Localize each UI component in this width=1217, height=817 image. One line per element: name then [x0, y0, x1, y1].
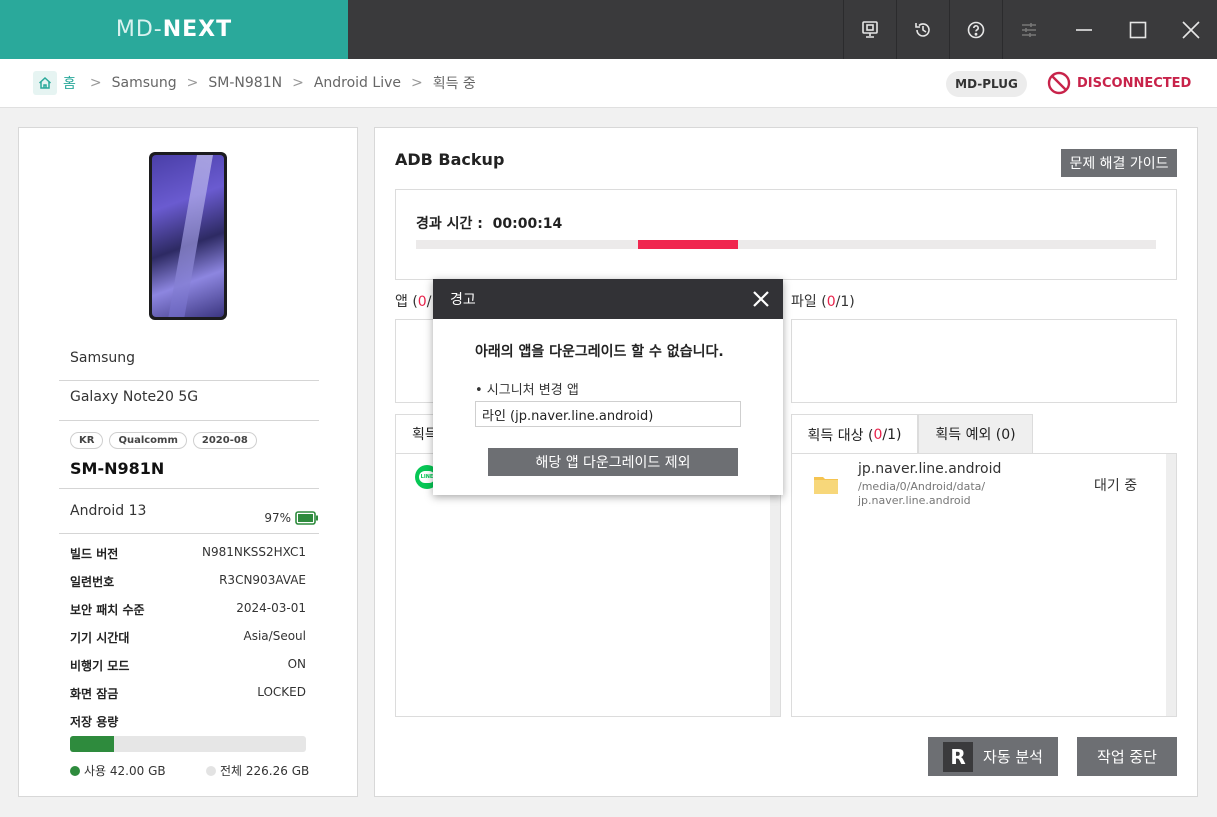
- tab-file-target[interactable]: 획득 대상 (0/1): [791, 414, 918, 454]
- breadcrumb-home[interactable]: 홈: [63, 73, 76, 93]
- breadcrumb-item[interactable]: Android Live: [314, 75, 401, 91]
- close-icon: [1181, 20, 1200, 39]
- history-button[interactable]: [896, 0, 949, 59]
- app-logo: MD-NEXT: [0, 0, 348, 59]
- dialog-app-field: 라인 (jp.naver.line.android): [475, 401, 741, 427]
- auto-analysis-button[interactable]: R 자동 분석: [928, 737, 1058, 776]
- info-row-screenlock: 화면 잠금 LOCKED: [70, 685, 306, 701]
- file-list: jp.naver.line.android /media/0/Android/d…: [791, 453, 1177, 717]
- connection-status: DISCONNECTED: [1047, 71, 1191, 95]
- maximize-button[interactable]: [1111, 0, 1164, 59]
- battery: 97%: [264, 503, 319, 533]
- breadcrumb-bar: 홈 > Samsung > SM-N981N > Android Live > …: [0, 59, 1217, 108]
- info-row-build: 빌드 버전 N981NKSS2HXC1: [70, 545, 306, 561]
- breadcrumb-item[interactable]: Samsung: [112, 75, 177, 91]
- dialog-title: 경고: [450, 292, 476, 308]
- warning-dialog: 경고 아래의 앱을 다운그레이드 할 수 없습니다. • 시그니처 변경 앱 라…: [433, 279, 783, 495]
- file-list-scrollbar[interactable]: [1166, 454, 1176, 716]
- elapsed-time: 경과 시간 : 00:00:14: [416, 216, 563, 232]
- storage-total-legend: 전체 226.26 GB: [206, 762, 309, 779]
- storage-bar: [70, 736, 306, 752]
- os-version: Android 13: [70, 503, 147, 519]
- battery-level: 97%: [264, 511, 291, 525]
- chevron-right-icon: >: [186, 75, 199, 91]
- chevron-right-icon: >: [292, 75, 304, 91]
- file-item-status: 대기 중: [1094, 478, 1138, 494]
- info-row-airplane: 비행기 모드 ON: [70, 657, 306, 673]
- logo-prefix: MD-: [115, 17, 163, 42]
- breadcrumb-item[interactable]: SM-N981N: [208, 75, 282, 91]
- troubleshoot-guide-button[interactable]: 문제 해결 가이드: [1061, 149, 1177, 177]
- help-icon: [967, 21, 985, 38]
- history-icon: [915, 22, 930, 37]
- storage-label-row: 저장 용량: [70, 715, 119, 729]
- file-item-name: jp.naver.line.android: [858, 461, 1002, 477]
- exclude-downgrade-button[interactable]: 해당 앱 다운그레이드 제외: [488, 448, 738, 476]
- device-tags: KR Qualcomm 2020-08: [70, 432, 257, 449]
- auto-analysis-label: 자동 분석: [983, 748, 1043, 766]
- progress-indicator: [638, 240, 738, 249]
- battery-icon: [295, 511, 318, 525]
- progress-bar: [416, 240, 1156, 249]
- os-row: Android 13 97%: [59, 503, 319, 534]
- monitor-icon: [862, 20, 878, 38]
- dialog-message: 아래의 앱을 다운그레이드 할 수 없습니다.: [475, 344, 724, 360]
- tag-chipset: Qualcomm: [109, 432, 187, 449]
- home-button[interactable]: [33, 71, 57, 95]
- minimize-button[interactable]: [1057, 0, 1110, 59]
- connection-status-label: DISCONNECTED: [1077, 75, 1192, 91]
- dialog-close-icon[interactable]: [751, 289, 771, 309]
- panel-title: ADB Backup: [395, 150, 505, 169]
- help-button[interactable]: [949, 0, 1002, 59]
- file-section-label: 파일 (0/1): [791, 294, 855, 310]
- file-summary-box: [791, 319, 1177, 403]
- dialog-header: 경고: [433, 279, 783, 319]
- chevron-right-icon: >: [89, 75, 102, 91]
- folder-icon: [814, 477, 838, 494]
- device-panel: Samsung Galaxy Note20 5G KR Qualcomm 202…: [18, 127, 358, 797]
- device-model: SM-N981N: [70, 459, 165, 478]
- tag-release: 2020-08: [192, 432, 257, 449]
- storage-used-fill: [70, 736, 114, 752]
- disconnected-icon: [1047, 71, 1071, 95]
- maximize-icon: [1129, 21, 1146, 38]
- info-row-patch: 보안 패치 수준 2024-03-01: [70, 601, 306, 617]
- chevron-right-icon: >: [410, 75, 423, 91]
- tag-region: KR: [70, 432, 104, 449]
- app-section-label: 앱 (0/: [395, 294, 432, 310]
- info-row-serial: 일련번호 R3CN903AVAE: [70, 573, 306, 589]
- dialog-bullet: • 시그니처 변경 앱: [475, 383, 579, 398]
- monitor-button[interactable]: [843, 0, 896, 59]
- minimize-icon: [1075, 28, 1092, 31]
- device-model-name: Galaxy Note20 5G: [59, 389, 319, 421]
- md-plug-badge[interactable]: MD-PLUG: [946, 71, 1027, 97]
- logo-suffix: NEXT: [162, 17, 233, 42]
- list-item[interactable]: jp.naver.line.android /media/0/Android/d…: [792, 454, 1166, 514]
- storage-used-legend: 사용 42.00 GB: [70, 762, 166, 779]
- close-button[interactable]: [1164, 0, 1217, 59]
- title-bar: MD-NEXT: [0, 0, 1217, 59]
- home-icon: [38, 76, 52, 89]
- info-row-timezone: 기기 시간대 Asia/Seoul: [70, 629, 306, 645]
- device-manufacturer: Samsung: [59, 350, 319, 381]
- breadcrumb: 홈 > Samsung > SM-N981N > Android Live > …: [33, 71, 476, 95]
- settings-button[interactable]: [1002, 0, 1055, 59]
- progress-box: 경과 시간 : 00:00:14: [395, 189, 1177, 280]
- device-image: [149, 152, 227, 320]
- tab-file-exclude[interactable]: 획득 예외 (0): [918, 414, 1033, 454]
- elapsed-time-value: 00:00:14: [492, 216, 563, 232]
- file-item-path: /media/0/Android/data/jp.naver.line.andr…: [858, 480, 986, 507]
- stop-task-button[interactable]: 작업 중단: [1077, 737, 1177, 776]
- breadcrumb-item: 획득 중: [432, 76, 476, 92]
- r-logo-icon: R: [943, 741, 974, 772]
- settings-sliders-icon: [1022, 22, 1036, 37]
